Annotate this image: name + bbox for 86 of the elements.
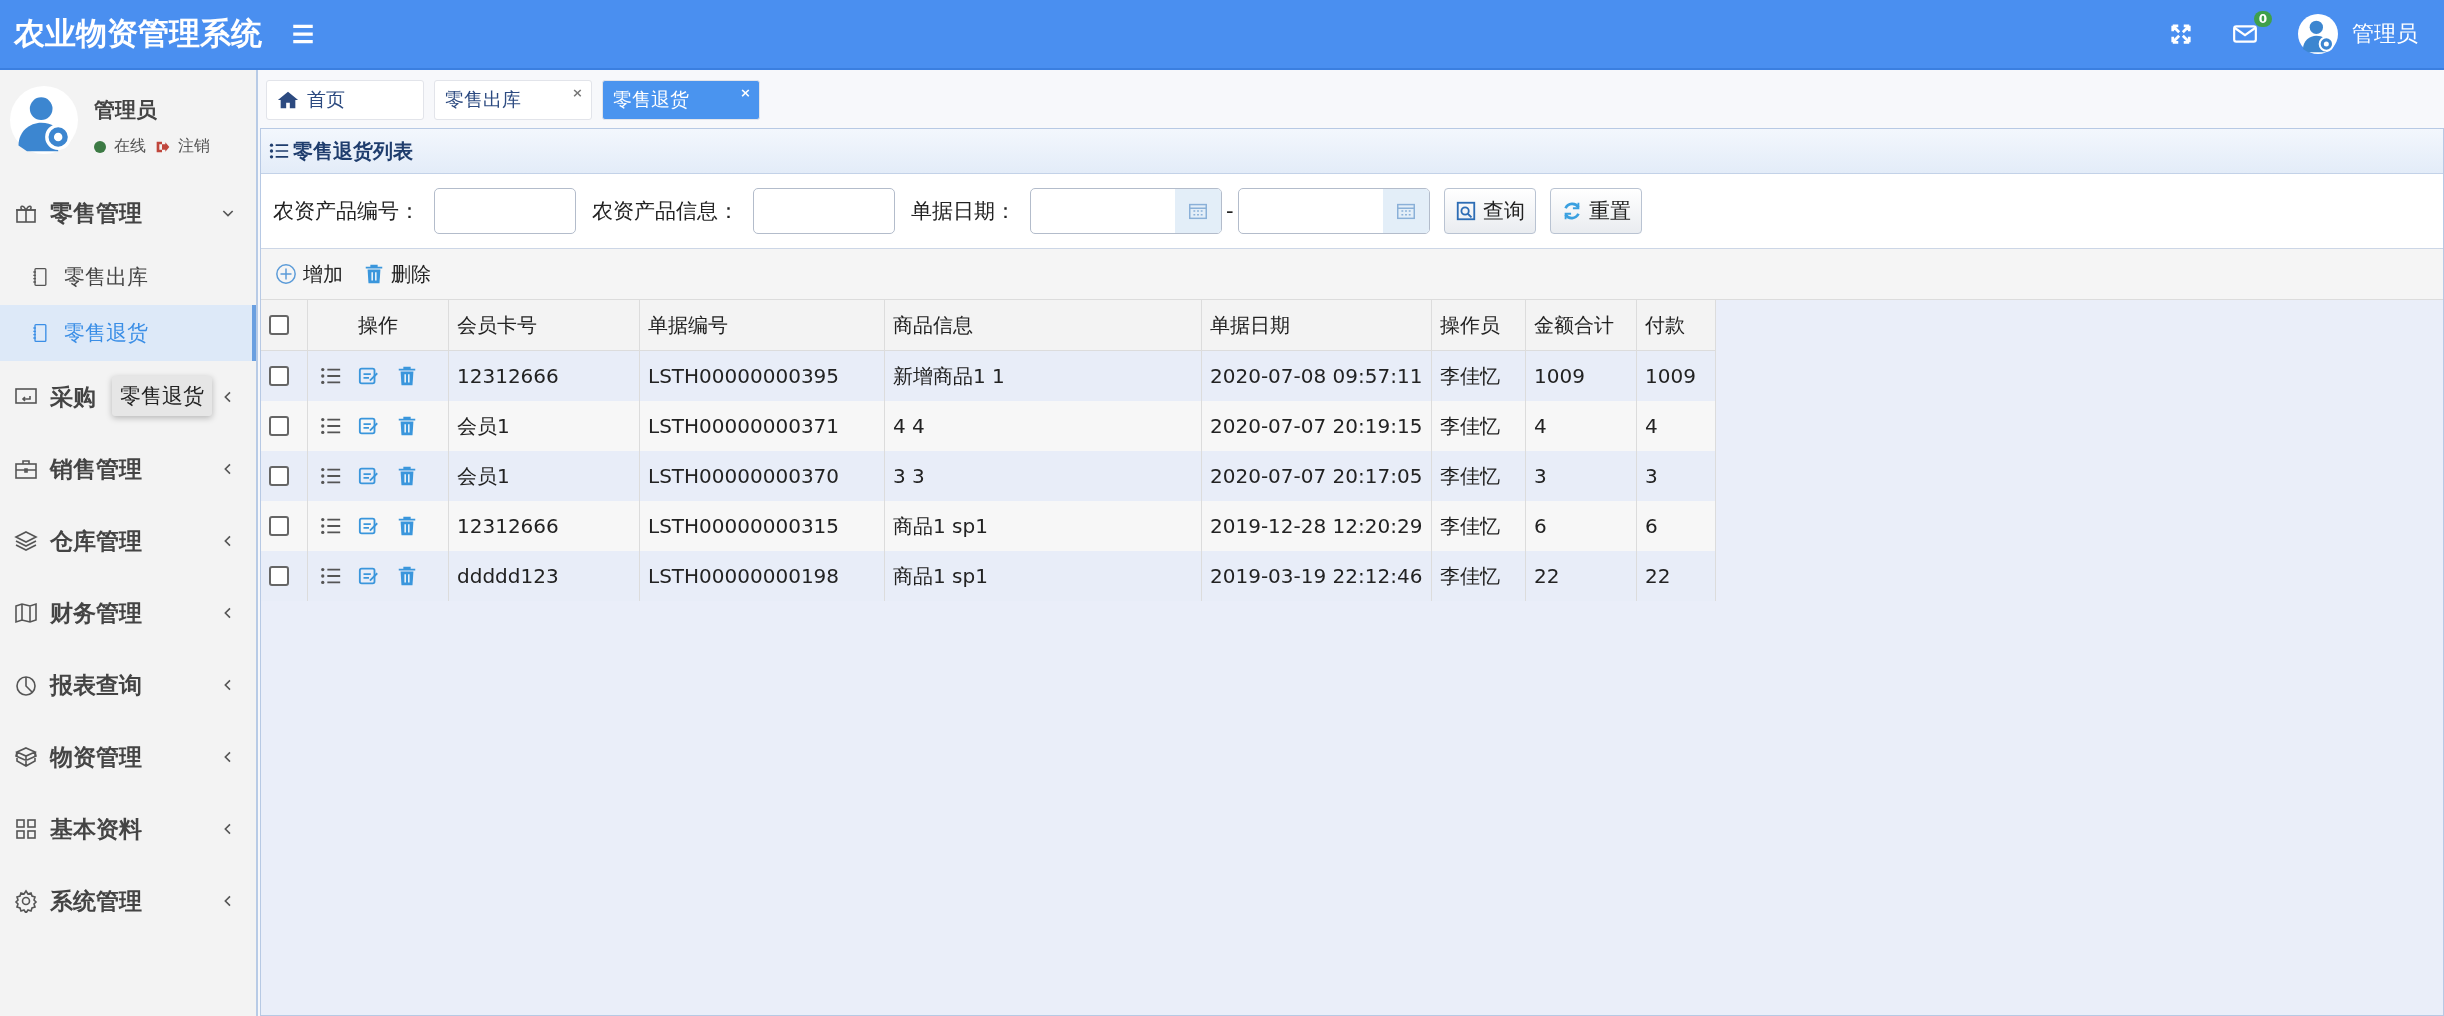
avatar-icon[interactable] <box>2298 14 2338 54</box>
fullscreen-icon[interactable] <box>2170 23 2192 45</box>
list-icon[interactable] <box>320 515 342 537</box>
tooltip: 零售退货 <box>112 376 212 416</box>
menu-group[interactable]: 仓库管理 <box>50 527 142 554</box>
plus-icon <box>275 263 297 285</box>
status-dot <box>94 140 106 153</box>
date-field[interactable] <box>1030 188 1222 234</box>
map-icon <box>14 601 38 625</box>
menu-group[interactable]: 物资管理 <box>50 743 142 770</box>
trash-icon[interactable] <box>396 465 418 487</box>
menu-group[interactable]: 销售管理 <box>50 455 142 482</box>
trash-icon[interactable] <box>396 365 418 387</box>
menu-group[interactable]: 报表查询 <box>50 671 142 698</box>
tab[interactable]: 零售出库 × <box>434 80 592 120</box>
search-icon <box>1454 200 1477 222</box>
layers-icon <box>14 529 38 553</box>
boxes-icon <box>14 745 38 769</box>
user-name: 管理员 <box>94 97 158 124</box>
delete-button[interactable]: 删除 <box>363 260 431 288</box>
table-cell: 李佳忆 <box>1431 551 1526 601</box>
menu-group[interactable]: 采购 <box>50 383 96 410</box>
field-label: 单据日期： <box>911 198 1016 225</box>
field-label: 农资产品信息： <box>592 198 739 225</box>
menu-item[interactable]: 零售出库 <box>0 249 256 305</box>
app-title: 农业物资管理系统 <box>14 14 262 53</box>
edit-icon[interactable] <box>358 515 380 537</box>
edit-icon[interactable] <box>358 565 380 587</box>
checkbox[interactable] <box>269 516 289 536</box>
notebook-icon <box>30 267 50 287</box>
home-icon <box>277 89 299 111</box>
status-text: 在线 <box>114 136 146 157</box>
table-cell: 22 <box>1525 551 1637 601</box>
reset-button[interactable]: 重置 <box>1549 188 1642 234</box>
count-badge: 0 <box>2253 11 2272 27</box>
checkbox[interactable] <box>269 366 289 386</box>
search-button[interactable]: 查询 <box>1443 188 1536 234</box>
list-icon[interactable] <box>320 465 342 487</box>
settings-icon <box>14 889 38 913</box>
edit-icon[interactable] <box>358 465 380 487</box>
column-header: 会员卡号 <box>448 300 640 351</box>
column-header: 付款 <box>1636 300 1716 351</box>
notebook-icon <box>30 323 50 343</box>
avatar-icon <box>10 86 78 154</box>
add-button[interactable]: 增加 <box>275 260 343 288</box>
column-header: 商品信息 <box>884 300 1202 351</box>
table-cell: 22 <box>1636 551 1716 601</box>
input-field[interactable] <box>434 188 576 234</box>
table-cell: ddddd123 <box>448 551 640 601</box>
field-label: 农资产品编号： <box>273 198 420 225</box>
table-cell: 商品1 sp1 <box>884 551 1202 601</box>
range-separator: - <box>1226 199 1234 223</box>
checkbox[interactable] <box>269 566 289 586</box>
column-header: 金额合计 <box>1525 300 1637 351</box>
menu-group[interactable]: 系统管理 <box>50 887 142 914</box>
edit-icon[interactable] <box>358 365 380 387</box>
menu-group[interactable]: 零售管理 <box>50 199 142 226</box>
panel-title: 零售退货列表 <box>293 137 413 165</box>
menu-group[interactable]: 基本资料 <box>50 815 142 842</box>
trash-icon <box>363 263 385 285</box>
close-button[interactable]: × <box>572 85 583 100</box>
tab[interactable]: 首页 <box>266 80 424 120</box>
date-field[interactable] <box>1237 188 1430 234</box>
menu-group[interactable]: 财务管理 <box>50 599 142 626</box>
grid-icon <box>14 817 38 841</box>
checkbox[interactable] <box>269 416 289 436</box>
column-header: 单据日期 <box>1201 300 1432 351</box>
column-header: 操作 <box>307 300 449 351</box>
pie-chart-icon <box>14 673 38 697</box>
trash-icon[interactable] <box>396 565 418 587</box>
column-header: 单据编号 <box>639 300 885 351</box>
logout-link[interactable]: 注销 <box>178 136 210 157</box>
trash-icon[interactable] <box>396 515 418 537</box>
checkbox[interactable] <box>269 466 289 486</box>
list-icon[interactable] <box>320 565 342 587</box>
trash-icon[interactable] <box>396 415 418 437</box>
list-icon <box>269 141 289 161</box>
checkbox[interactable] <box>269 315 289 335</box>
input-field[interactable] <box>753 188 895 234</box>
column-header: 操作员 <box>1431 300 1526 351</box>
table-cell: LSTH00000000198 <box>639 551 885 601</box>
edit-icon[interactable] <box>358 415 380 437</box>
list-icon[interactable] <box>320 415 342 437</box>
table-cell: 2019-03-19 22:12:46 <box>1201 551 1432 601</box>
list-icon[interactable] <box>320 365 342 387</box>
briefcase-icon <box>14 457 38 481</box>
